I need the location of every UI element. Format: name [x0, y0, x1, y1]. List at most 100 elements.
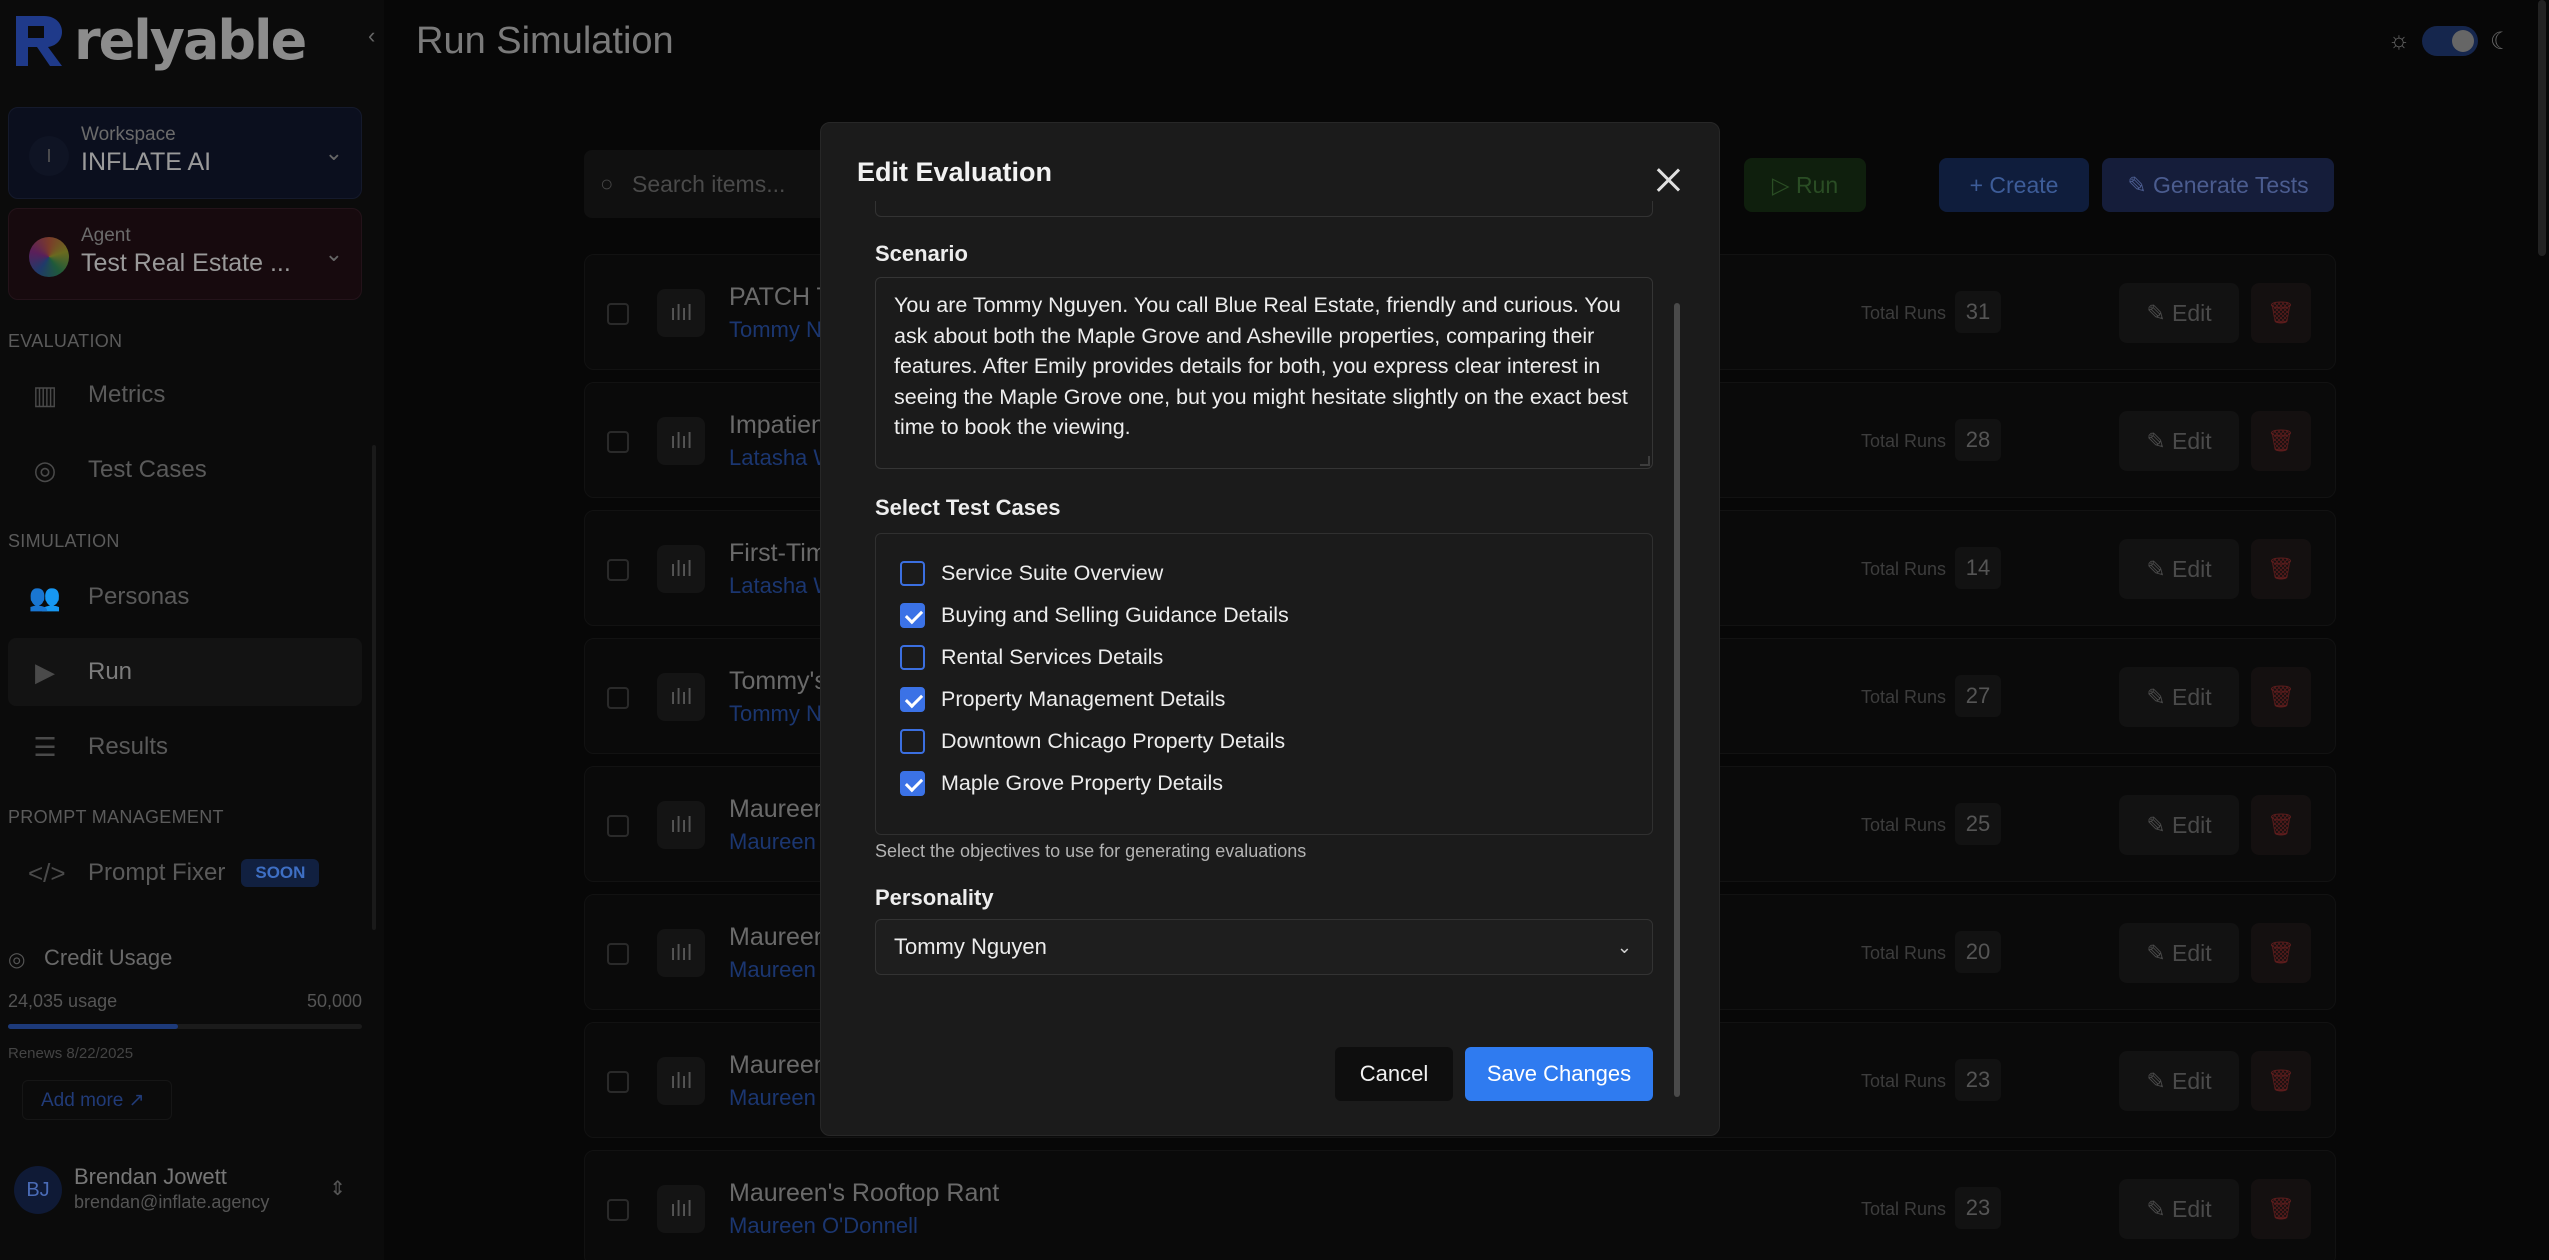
- delete-button[interactable]: 🗑: [2251, 1179, 2311, 1239]
- total-runs-label: Total Runs: [1861, 687, 1947, 707]
- edit-button[interactable]: ✎ Edit: [2119, 1179, 2239, 1239]
- scenario-textarea[interactable]: You are Tommy Nguyen. You call Blue Real…: [875, 277, 1653, 469]
- row-checkbox[interactable]: [607, 1071, 629, 1093]
- delete-button[interactable]: 🗑: [2251, 283, 2311, 343]
- user-menu[interactable]: BJ Brendan Jowett brendan@inflate.agency…: [8, 1160, 362, 1220]
- sidebar-scrollbar[interactable]: [372, 445, 376, 930]
- edit-button[interactable]: ✎ Edit: [2119, 283, 2239, 343]
- workspace-switcher[interactable]: I Workspace INFLATE AI ⌄: [8, 107, 362, 199]
- test-case-item[interactable]: Maple Grove Property Details: [900, 768, 1223, 798]
- dialog-title: Edit Evaluation: [857, 157, 1053, 187]
- brand-logo[interactable]: relyable: [10, 8, 307, 72]
- test-case-checkbox[interactable]: [900, 644, 925, 670]
- edit-button[interactable]: ✎ Edit: [2119, 667, 2239, 727]
- edit-button-label: Edit: [2172, 1068, 2212, 1094]
- resize-handle-icon[interactable]: [1640, 456, 1650, 466]
- workspace-icon: I: [29, 136, 69, 176]
- table-row[interactable]: ılıl Maureen's Rooftop Rant Maureen O'Do…: [584, 1150, 2336, 1260]
- row-persona-link[interactable]: Maureen: [729, 1085, 816, 1111]
- test-case-item[interactable]: Buying and Selling Guidance Details: [900, 600, 1289, 630]
- sidebar-item-results[interactable]: ☰ Results: [8, 713, 362, 781]
- row-checkbox[interactable]: [607, 559, 629, 581]
- run-button[interactable]: ▷ Run: [1744, 158, 1866, 212]
- audio-wave-icon: ılıl: [657, 289, 705, 337]
- delete-button[interactable]: 🗑: [2251, 923, 2311, 983]
- edit-button[interactable]: ✎ Edit: [2119, 923, 2239, 983]
- agent-switcher[interactable]: Agent Test Real Estate ... ⌄: [8, 208, 362, 300]
- generate-tests-button[interactable]: ✎ Generate Tests: [2102, 158, 2334, 212]
- test-case-item[interactable]: Rental Services Details: [900, 642, 1163, 672]
- cancel-button[interactable]: Cancel: [1335, 1047, 1453, 1101]
- test-case-checkbox[interactable]: [900, 560, 925, 586]
- total-runs-label: Total Runs: [1861, 1071, 1947, 1091]
- row-checkbox[interactable]: [607, 431, 629, 453]
- row-checkbox[interactable]: [607, 1199, 629, 1221]
- test-case-checkbox[interactable]: [900, 728, 925, 754]
- total-runs-value: 27: [1955, 675, 2001, 717]
- test-case-item[interactable]: Service Suite Overview: [900, 558, 1163, 588]
- trash-icon: 🗑: [2267, 300, 2295, 325]
- sidebar-item-prompt-fixer[interactable]: </> Prompt Fixer SOON: [8, 839, 362, 907]
- dialog-scrollbar[interactable]: [1674, 303, 1680, 1097]
- create-button[interactable]: + Create: [1939, 158, 2089, 212]
- total-runs-label: Total Runs: [1861, 559, 1947, 579]
- save-changes-button[interactable]: Save Changes: [1465, 1047, 1653, 1101]
- sidebar-item-test-cases[interactable]: ◎ Test Cases: [8, 436, 362, 504]
- edit-button[interactable]: ✎ Edit: [2119, 411, 2239, 471]
- personality-select[interactable]: Tommy Nguyen ⌄: [875, 919, 1653, 975]
- row-persona-link[interactable]: Latasha W: [729, 573, 834, 599]
- test-cases-list: Service Suite Overview Buying and Sellin…: [875, 533, 1653, 835]
- agent-avatar-icon: [29, 237, 69, 277]
- row-checkbox[interactable]: [607, 815, 629, 837]
- edit-button[interactable]: ✎ Edit: [2119, 795, 2239, 855]
- list-check-icon: ☰: [33, 732, 57, 762]
- close-icon[interactable]: [1655, 167, 1681, 193]
- row-checkbox[interactable]: [607, 303, 629, 325]
- previous-field-edge: [875, 201, 1653, 217]
- edit-icon: ✎: [2146, 684, 2173, 710]
- delete-button[interactable]: 🗑: [2251, 795, 2311, 855]
- sidebar-item-metrics[interactable]: ▥ Metrics: [8, 361, 362, 429]
- test-case-item[interactable]: Downtown Chicago Property Details: [900, 726, 1285, 756]
- sidebar-item-personas[interactable]: 👥 Personas: [8, 563, 362, 631]
- row-persona-link[interactable]: Tommy N: [729, 701, 822, 727]
- page-scrollbar[interactable]: [2538, 0, 2546, 256]
- test-case-item[interactable]: Property Management Details: [900, 684, 1225, 714]
- test-case-checkbox[interactable]: [900, 770, 925, 796]
- test-case-checkbox[interactable]: [900, 686, 925, 712]
- edit-button[interactable]: ✎ Edit: [2119, 1051, 2239, 1111]
- run-button-label: Run: [1795, 172, 1839, 198]
- app-root: relyable ‹ I Workspace INFLATE AI ⌄ Agen…: [0, 0, 2549, 1260]
- edit-evaluation-dialog: Edit Evaluation Scenario You are Tommy N…: [820, 122, 1720, 1136]
- row-checkbox[interactable]: [607, 943, 629, 965]
- row-title: Impatien: [729, 411, 825, 439]
- coins-icon: ◎: [8, 949, 26, 971]
- create-button-label: Create: [1989, 172, 2059, 198]
- credit-usage-value: 24,035 usage: [8, 991, 118, 1011]
- row-persona-link[interactable]: Maureen: [729, 957, 816, 983]
- collapse-sidebar-icon[interactable]: ‹: [368, 22, 388, 50]
- theme-toggle[interactable]: [2422, 26, 2478, 56]
- test-cases-hint: Select the objectives to use for generat…: [875, 841, 1307, 861]
- row-persona-link[interactable]: Latasha W: [729, 445, 834, 471]
- edit-button[interactable]: ✎ Edit: [2119, 539, 2239, 599]
- row-persona-link[interactable]: Maureen: [729, 829, 816, 855]
- credit-header: ◎ Credit Usage: [8, 945, 362, 971]
- sidebar-item-label: Prompt Fixer: [88, 859, 226, 886]
- agent-name: Test Real Estate ...: [81, 249, 291, 277]
- total-runs-label: Total Runs: [1861, 303, 1947, 323]
- edit-icon: ✎: [2146, 812, 2173, 838]
- credit-row: 24,035 usage 50,000: [8, 991, 362, 1012]
- sidebar-item-run[interactable]: ▶ Run: [8, 638, 362, 706]
- row-checkbox[interactable]: [607, 687, 629, 709]
- delete-button[interactable]: 🗑: [2251, 1051, 2311, 1111]
- delete-button[interactable]: 🗑: [2251, 539, 2311, 599]
- add-more-button[interactable]: Add more ↗: [22, 1080, 172, 1120]
- delete-button[interactable]: 🗑: [2251, 667, 2311, 727]
- row-persona-link[interactable]: Maureen O'Donnell: [729, 1213, 918, 1239]
- row-persona-link[interactable]: Tommy N: [729, 317, 822, 343]
- user-email: brendan@inflate.agency: [74, 1192, 270, 1212]
- test-case-checkbox[interactable]: [900, 602, 925, 628]
- delete-button[interactable]: 🗑: [2251, 411, 2311, 471]
- audio-wave-icon: ılıl: [657, 1185, 705, 1233]
